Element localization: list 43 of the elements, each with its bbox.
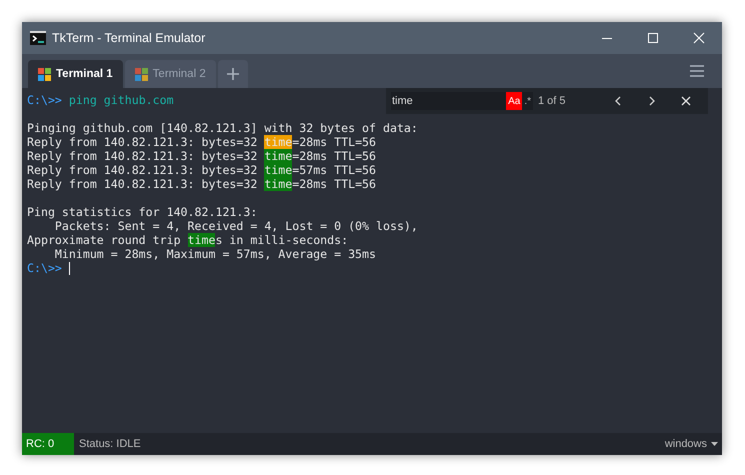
output-text: =28ms TTL=56 <box>292 177 376 191</box>
chevron-left-icon <box>614 96 622 106</box>
output-text: Reply from 140.82.121.3: bytes=32 <box>27 149 258 163</box>
output-text: Pinging github.com [140.82.121.3] with 32 bytes of data: <box>27 121 418 135</box>
search-match: time <box>188 233 216 247</box>
match-count: 1 of 5 <box>538 95 567 107</box>
terminal-icon <box>30 31 46 45</box>
windows-logo-icon <box>134 68 148 80</box>
command-text: ping github.com <box>68 93 174 107</box>
close-icon <box>693 32 705 44</box>
output-text: Reply from 140.82.121.3: bytes=32 <box>27 163 258 177</box>
output-text: Minimum = 28ms, Maximum = 57ms, Average = 35ms <box>54 247 376 261</box>
search-option-toggle[interactable]: Aa <box>506 92 522 110</box>
add-tab-button[interactable] <box>218 60 248 88</box>
search-field[interactable]: time Aa .* <box>391 92 533 110</box>
output-text: Approximate round trip <box>27 233 182 247</box>
window-title: TkTerm - Terminal Emulator <box>52 31 206 45</box>
output-text: =28ms TTL=56 <box>292 135 376 149</box>
shell-selector[interactable]: windows <box>664 438 722 450</box>
search-match: time <box>264 163 292 177</box>
output-text: Packets: Sent = 4, Received = 4, Lost = 0 (0% loss), <box>54 219 418 233</box>
return-code: RC: 0 <box>22 433 74 455</box>
output-text: s in milli-seconds: <box>215 233 348 247</box>
menu-icon <box>690 65 704 77</box>
output-text: Ping statistics for 140.82.121.3: <box>27 205 258 219</box>
prompt-text: C:\>> <box>27 93 63 107</box>
terminal-tab[interactable]: Terminal 1 <box>28 60 123 88</box>
output-text: Reply from 140.82.121.3: bytes=32 <box>27 135 258 149</box>
search-match: time <box>264 149 292 163</box>
output-text: Reply from 140.82.121.3: bytes=32 <box>27 177 258 191</box>
prompt-text: C:\>> <box>27 261 63 275</box>
search-match: time <box>264 177 292 191</box>
search-match: time <box>264 135 292 149</box>
close-icon <box>681 96 691 106</box>
chevron-right-icon <box>648 96 656 106</box>
search-option-toggle[interactable]: .* <box>522 92 533 110</box>
plus-icon <box>226 68 239 80</box>
windows-logo-icon <box>38 68 51 80</box>
output-text: =57ms TTL=56 <box>292 163 376 177</box>
status-text: Status: IDLE <box>79 438 142 450</box>
output-text: =28ms TTL=56 <box>292 149 376 163</box>
maximize-icon <box>647 32 659 44</box>
caret-icon <box>711 442 718 446</box>
